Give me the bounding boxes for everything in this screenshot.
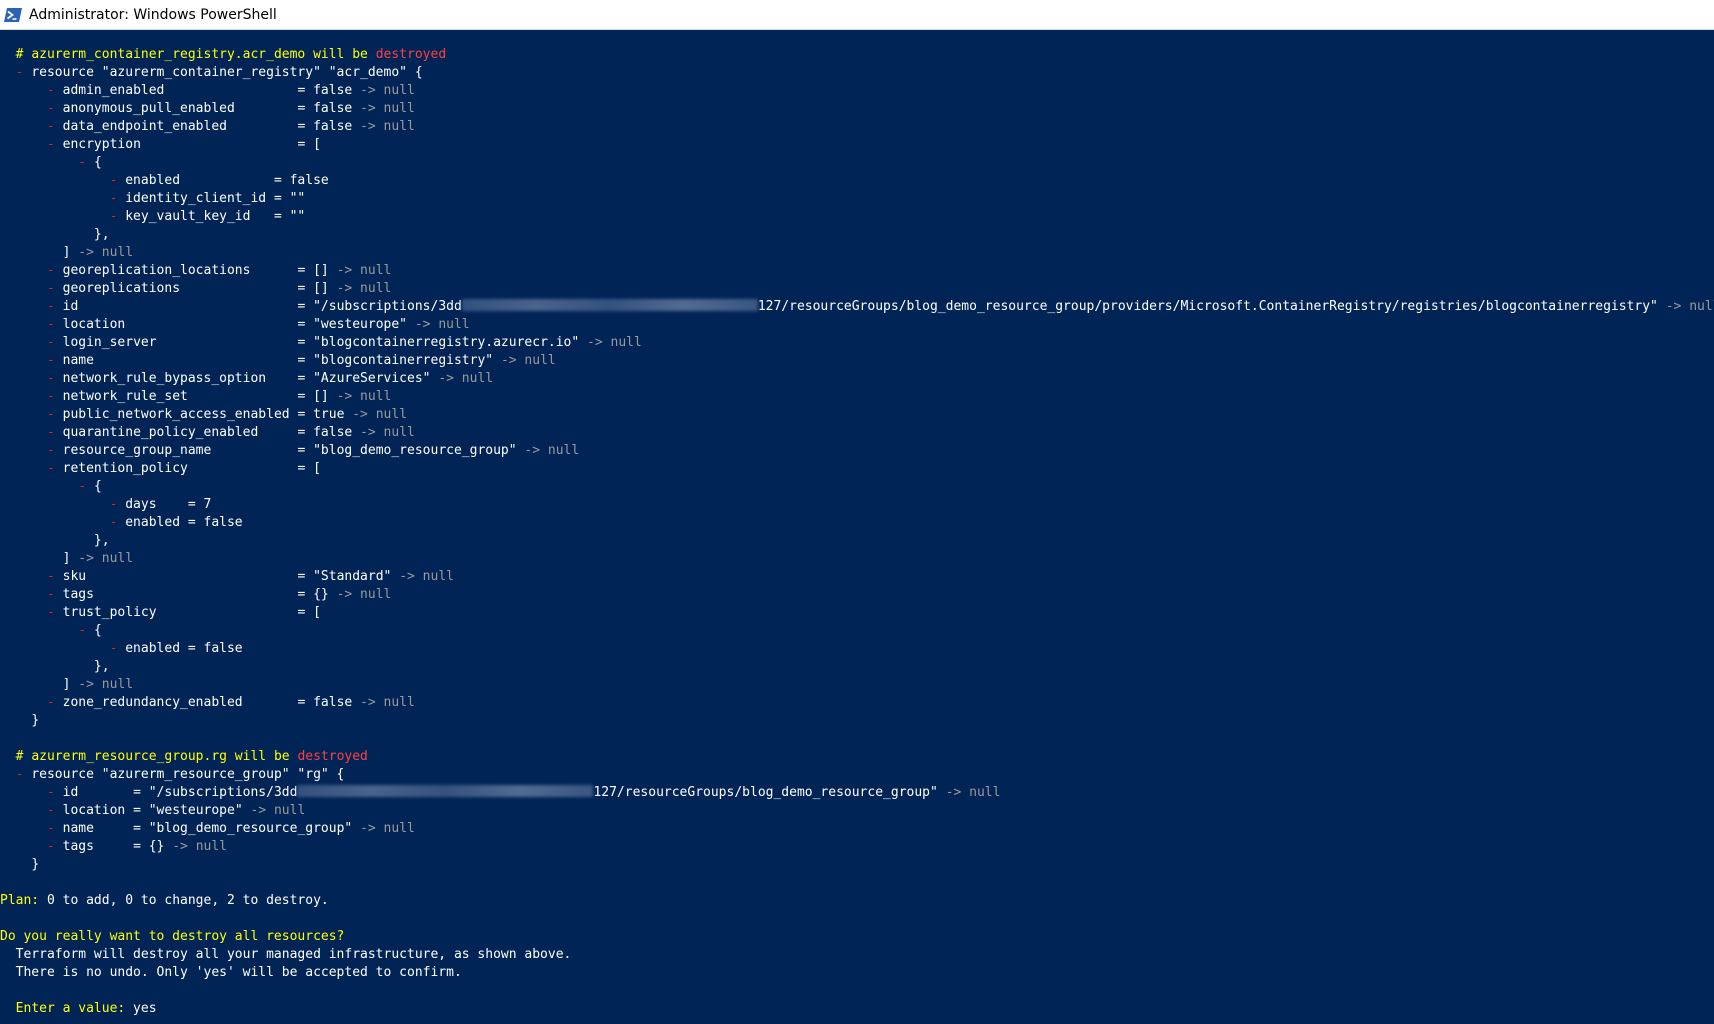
resource-close: } bbox=[31, 857, 40, 872]
attr-georeplications: - georeplications = [] -> null bbox=[46, 281, 392, 296]
rg-attr-tags: - tags = {} -> null bbox=[46, 839, 228, 854]
trust-brace-open: - { bbox=[78, 623, 102, 638]
plan-summary: Plan: 0 to add, 0 to change, 2 to destro… bbox=[0, 893, 329, 908]
attr-admin-enabled: - admin_enabled = false -> null bbox=[46, 83, 415, 98]
redacted-subscription-id bbox=[297, 785, 594, 797]
attr-anonymous-pull-enabled: - anonymous_pull_enabled = false -> null bbox=[46, 101, 415, 116]
rg-attr-location: - location = "westeurope" -> null bbox=[46, 803, 306, 818]
attr-login-server: - login_server = "blogcontainerregistry.… bbox=[46, 335, 642, 350]
comment-line: # azurerm_container_registry.acr_demo wi… bbox=[15, 47, 447, 62]
attr-public-network-access-enabled: - public_network_access_enabled = true -… bbox=[46, 407, 408, 422]
enter-value-label: Enter a value: bbox=[0, 1001, 126, 1016]
rg-attr-name: - name = "blog_demo_resource_group" -> n… bbox=[46, 821, 415, 836]
retention-enabled: - enabled = false bbox=[109, 515, 243, 530]
attr-retention-policy: - retention_policy = [ bbox=[46, 461, 321, 476]
encryption-brace-close: }, bbox=[93, 227, 110, 242]
attr-zone-redundancy-enabled: - zone_redundancy_enabled = false -> nul… bbox=[46, 695, 415, 710]
encryption-enabled: - enabled = false bbox=[109, 173, 329, 188]
rg-attr-id: - id = "/subscriptions/3dd 127/resourceGr… bbox=[46, 785, 1001, 800]
enter-value-prompt[interactable]: Enter a value: yes bbox=[0, 1000, 1714, 1018]
encryption-key-vault-key-id: - key_vault_key_id = "" bbox=[109, 209, 306, 224]
destroy-question: Do you really want to destroy all resour… bbox=[0, 929, 345, 944]
powershell-window: Administrator: Windows PowerShell # azur… bbox=[0, 0, 1714, 1024]
attr-resource-group-name: - resource_group_name = "blog_demo_resou… bbox=[46, 443, 580, 458]
attr-id: - id = "/subscriptions/3dd 127/resourceGr… bbox=[46, 299, 1714, 314]
attr-network-rule-bypass-option: - network_rule_bypass_option = "AzureSer… bbox=[46, 371, 494, 386]
trust-enabled: - enabled = false bbox=[109, 641, 243, 656]
attr-location: - location = "westeurope" -> null bbox=[46, 317, 470, 332]
resource-line: - resource "azurerm_container_registry" … bbox=[15, 65, 423, 80]
trust-brace-close: }, bbox=[93, 659, 110, 674]
destroy-warning-line-1: Terraform will destroy all your managed … bbox=[0, 947, 572, 962]
redacted-subscription-id bbox=[461, 299, 758, 311]
attr-sku: - sku = "Standard" -> null bbox=[46, 569, 454, 584]
retention-close: ] -> null bbox=[62, 551, 134, 566]
attr-tags: - tags = {} -> null bbox=[46, 587, 392, 602]
title-bar[interactable]: Administrator: Windows PowerShell bbox=[0, 0, 1714, 30]
comment-line: # azurerm_resource_group.rg will be dest… bbox=[15, 749, 368, 764]
window-title: Administrator: Windows PowerShell bbox=[29, 6, 277, 23]
attr-quarantine-policy-enabled: - quarantine_policy_enabled = false -> n… bbox=[46, 425, 415, 440]
retention-brace-open: - { bbox=[78, 479, 102, 494]
enter-value-input[interactable]: yes bbox=[125, 1001, 157, 1016]
encryption-close: ] -> null bbox=[62, 245, 134, 260]
retention-days: - days = 7 bbox=[109, 497, 212, 512]
powershell-icon bbox=[4, 7, 22, 22]
attr-name: - name = "blogcontainerregistry" -> null bbox=[46, 353, 556, 368]
attr-network-rule-set: - network_rule_set = [] -> null bbox=[46, 389, 392, 404]
encryption-brace-open: - { bbox=[78, 155, 102, 170]
attr-georeplication-locations: - georeplication_locations = [] -> null bbox=[46, 263, 392, 278]
attr-encryption: - encryption = [ bbox=[46, 137, 321, 152]
destroy-warning-line-2: There is no undo. Only 'yes' will be acc… bbox=[0, 965, 462, 980]
resource-line: - resource "azurerm_resource_group" "rg"… bbox=[15, 767, 345, 782]
retention-brace-close: }, bbox=[93, 533, 110, 548]
resource-close: } bbox=[31, 713, 40, 728]
console-output[interactable]: # azurerm_container_registry.acr_demo wi… bbox=[0, 46, 1714, 1024]
attr-data-endpoint-enabled: - data_endpoint_enabled = false -> null bbox=[46, 119, 415, 134]
attr-trust-policy: - trust_policy = [ bbox=[46, 605, 321, 620]
encryption-identity-client-id: - identity_client_id = "" bbox=[109, 191, 306, 206]
trust-close: ] -> null bbox=[62, 677, 134, 692]
